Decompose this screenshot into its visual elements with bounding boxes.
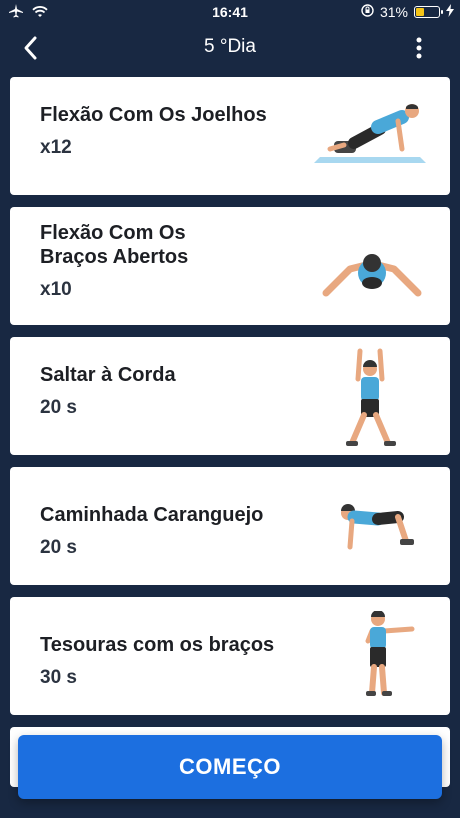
exercise-reps: x10	[40, 279, 72, 300]
exercise-reps: 20 s	[40, 537, 77, 558]
exercise-card-jump-rope[interactable]: Saltar à Corda 20 s	[10, 337, 450, 455]
page-title: 5 °Dia	[204, 36, 256, 57]
jumping-jacks-illustration-icon	[346, 348, 396, 446]
exercise-reps: x12	[40, 137, 72, 158]
nav-bar: 5 °Dia	[0, 26, 460, 70]
exercise-name-line1: Flexão Com Os	[40, 222, 186, 244]
exercise-name-line2: Braços Abertos	[40, 246, 189, 268]
more-vertical-icon	[416, 37, 422, 59]
exercise-card-arm-scissors[interactable]: Tesouras com os braços 30 s	[10, 597, 450, 715]
exercise-card-wide-pushup[interactable]: Flexão Com Os Braços Abertos x10	[10, 207, 450, 325]
exercise-reps: 30 s	[40, 667, 77, 688]
more-options-button[interactable]	[416, 36, 422, 60]
battery-icon	[414, 6, 443, 18]
exercise-name: Caminhada Caranguejo	[40, 504, 264, 526]
exercise-name: Flexão Com Os Joelhos	[40, 104, 267, 126]
exercise-name: Tesouras com os braços	[40, 634, 275, 656]
arm-scissors-illustration-icon	[365, 611, 415, 696]
wide-pushup-illustration-icon	[322, 254, 422, 297]
battery-percent: 31%	[379, 4, 408, 20]
start-button[interactable]: COMEÇO	[18, 735, 442, 799]
status-bar: 16:41 31%	[0, 0, 460, 26]
exercise-name: Saltar à Corda	[40, 364, 176, 386]
exercise-reps: 20 s	[40, 397, 77, 418]
knee-pushup-illustration-icon	[314, 104, 426, 163]
charging-icon	[446, 4, 454, 20]
crab-walk-illustration-icon	[341, 504, 414, 550]
exercise-card-knee-pushup[interactable]: Flexão Com Os Joelhos x12	[10, 77, 450, 195]
exercise-card-crab-walk[interactable]: Caminhada Caranguejo 20 s	[10, 467, 450, 585]
orientation-lock-icon	[361, 4, 374, 20]
